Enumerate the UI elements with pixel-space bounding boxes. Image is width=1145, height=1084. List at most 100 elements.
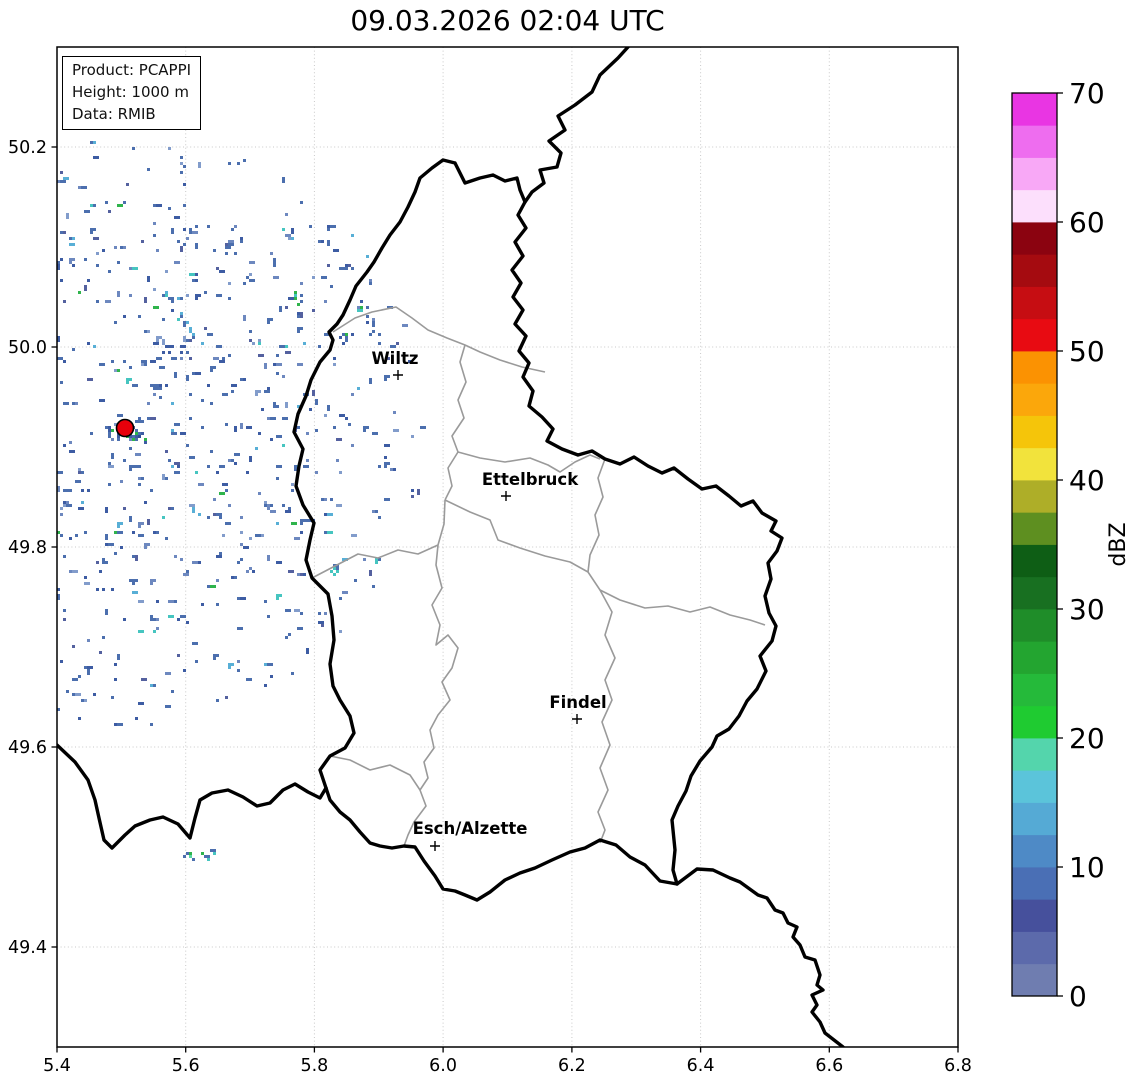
radar-echo-cell: [177, 318, 180, 321]
radar-echo-cell: [15, 366, 18, 369]
radar-echo-cell: [87, 489, 90, 492]
radar-echo-cell: [327, 264, 330, 267]
radar-echo-cell: [33, 162, 36, 165]
radar-echo-cell: [294, 294, 297, 297]
radar-echo-cell: [186, 573, 189, 576]
radar-echo-cell: [114, 678, 117, 681]
radar-echo-cell: [42, 378, 45, 381]
radar-echo-cell: [321, 240, 324, 243]
radar-echo-cell: [63, 489, 66, 492]
radar-echo-cell: [126, 378, 129, 381]
y-tick-label: 49.8: [8, 538, 47, 558]
radar-echo-cell: [153, 222, 156, 225]
radar-echo-cell: [87, 210, 90, 213]
radar-echo-cell: [384, 456, 387, 459]
radar-echo-cell: [135, 432, 138, 435]
radar-echo-cell: [201, 342, 204, 345]
radar-echo-cell: [306, 459, 309, 462]
radar-echo-cell: [180, 249, 183, 252]
radar-echo-cell: [84, 285, 87, 288]
radar-echo-cell: [237, 669, 240, 672]
radar-echo-cell: [0, 162, 3, 165]
radar-echo-cell: [174, 372, 177, 375]
radar-echo-cell: [228, 246, 231, 249]
radar-echo-cell: [96, 264, 99, 267]
radar-echo-cell: [45, 279, 48, 282]
radar-echo-cell: [297, 303, 300, 306]
radar-echo-cell: [285, 234, 288, 237]
radar-echo-cell: [9, 666, 12, 669]
radar-echo-cell: [258, 534, 261, 537]
radar-echo-cell: [45, 624, 48, 627]
y-tick-label: 50.2: [8, 138, 47, 158]
radar-echo-cell: [219, 492, 222, 495]
radar-echo-cell: [363, 558, 366, 561]
axes: 5.4 5.6 5.8 6.0 6.2 6.4 6.6 6.8 49.4 49.6 49.8 50.0…: [8, 138, 972, 1076]
radar-echo-cell: [153, 618, 156, 621]
radar-echo-cell: [180, 357, 183, 360]
radar-echo-cell: [294, 297, 297, 300]
radar-echo-cell: [303, 519, 306, 522]
radar-echo-cell: [72, 570, 75, 573]
radar-echo-cell: [183, 183, 186, 186]
radar-echo-cell: [111, 588, 114, 591]
radar-echo-cell: [147, 279, 150, 282]
radar-echo-cell: [132, 531, 135, 534]
radar-echo-cell: [300, 519, 303, 522]
radar-echo-cell: [339, 597, 342, 600]
radar-echo-cell: [27, 633, 30, 636]
radar-echo-cell: [294, 609, 297, 612]
canton-border-line: [329, 755, 421, 791]
radar-echo-cell: [324, 513, 327, 516]
radar-echo-cell: [291, 231, 294, 234]
radar-echo-cell: [174, 462, 177, 465]
radar-echo-cell: [228, 243, 231, 246]
radar-echo-cell: [387, 375, 390, 378]
radar-echo-cell: [195, 471, 198, 474]
radar-echo-cell: [60, 534, 63, 537]
radar-echo-cell: [228, 504, 231, 507]
radar-echo-cell: [333, 249, 336, 252]
radar-echo-cell: [201, 852, 204, 855]
radar-echo-cell: [294, 468, 297, 471]
radar-echo-cell: [177, 240, 180, 243]
radar-echo-cell: [282, 444, 285, 447]
radar-echo-cell: [192, 273, 195, 276]
radar-echo-cell: [252, 261, 255, 264]
radar-echo-cell: [84, 699, 87, 702]
radar-echo-cell: [339, 336, 342, 339]
radar-echo-cell: [393, 429, 396, 432]
radar-echo-cell: [288, 351, 291, 354]
radar-echo-cell: [171, 309, 174, 312]
radar-echo-cell: [126, 381, 129, 384]
radar-echo-cell: [135, 429, 138, 432]
radar-echo-cell: [117, 369, 120, 372]
radar-echo-cell: [153, 384, 156, 387]
radar-echo-cell: [213, 366, 216, 369]
radar-echo-cell: [15, 309, 18, 312]
radar-echo-cell: [36, 195, 39, 198]
radar-echo-cell: [177, 618, 180, 621]
radar-echo-cell: [150, 417, 153, 420]
radar-echo-cell: [402, 324, 405, 327]
radar-echo-cell: [255, 447, 258, 450]
radar-echo-cell: [288, 297, 291, 300]
radar-echo-cell: [189, 330, 192, 333]
radar-echo-cell: [87, 666, 90, 669]
radar-echo-cell: [147, 402, 150, 405]
radar-echo-cell: [219, 513, 222, 516]
radar-echo-cell: [60, 381, 63, 384]
radar-echo-cell: [237, 660, 240, 663]
radar-echo-cell: [192, 561, 195, 564]
radar-echo-cell: [165, 537, 168, 540]
radar-echo-cell: [327, 408, 330, 411]
radar-echo-cell: [132, 435, 135, 438]
radar-echo-cell: [213, 585, 216, 588]
radar-echo-cell: [183, 321, 186, 324]
radar-echo-cell: [105, 612, 108, 615]
radar-echo-cell: [162, 318, 165, 321]
radar-echo-cell: [129, 516, 132, 519]
radar-echo-cell: [48, 279, 51, 282]
radar-echo-cell: [297, 363, 300, 366]
radar-echo-cell: [423, 426, 426, 429]
